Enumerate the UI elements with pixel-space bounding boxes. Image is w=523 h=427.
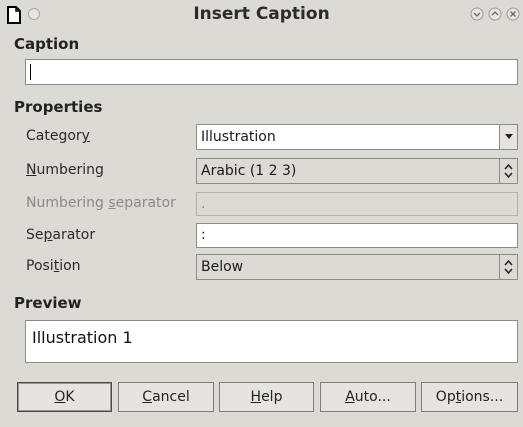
insert-caption-dialog: Insert Caption Caption Properties Catego… xyxy=(0,0,523,427)
category-value: Illustration xyxy=(201,129,276,145)
help-button[interactable]: Help xyxy=(219,382,314,412)
category-dropdown-button[interactable] xyxy=(499,125,517,149)
numbering-select[interactable]: Arabic (1 2 3) xyxy=(196,158,518,184)
caption-section-label: Caption xyxy=(14,35,80,53)
numbering-separator-input: . xyxy=(196,192,518,216)
preview-text: Illustration 1 xyxy=(32,328,133,347)
numbering-label: Numbering xyxy=(26,162,104,178)
minimize-icon[interactable] xyxy=(470,7,484,21)
preview-box: Illustration 1 xyxy=(25,320,518,363)
separator-label: Separator xyxy=(26,227,96,243)
numbering-value: Arabic (1 2 3) xyxy=(201,163,297,179)
position-label: Position xyxy=(26,258,81,274)
position-value: Below xyxy=(201,259,244,275)
preview-section-label: Preview xyxy=(14,294,82,312)
options-button[interactable]: Options... xyxy=(421,382,518,412)
position-select[interactable]: Below xyxy=(196,254,518,280)
ok-button[interactable]: OK xyxy=(17,382,112,412)
maximize-icon[interactable] xyxy=(488,7,502,21)
properties-section-label: Properties xyxy=(14,98,103,116)
auto-button[interactable]: Auto... xyxy=(320,382,416,412)
up-down-arrows-icon xyxy=(504,163,513,179)
category-combobox[interactable]: Illustration xyxy=(196,124,518,150)
up-down-arrows-icon xyxy=(504,259,513,275)
window-title: Insert Caption xyxy=(193,4,330,24)
text-cursor xyxy=(30,64,31,80)
title-bar: Insert Caption xyxy=(0,0,523,30)
position-spin-button[interactable] xyxy=(499,255,517,279)
chevron-down-icon xyxy=(505,134,513,139)
cancel-button[interactable]: Cancel xyxy=(118,382,214,412)
separator-input[interactable]: : xyxy=(196,223,518,248)
numbering-separator-label: Numbering separator xyxy=(26,195,176,211)
category-label: Category xyxy=(26,128,90,144)
caption-input[interactable] xyxy=(25,59,518,85)
close-icon[interactable] xyxy=(506,7,520,21)
numbering-spin-button[interactable] xyxy=(499,159,517,183)
